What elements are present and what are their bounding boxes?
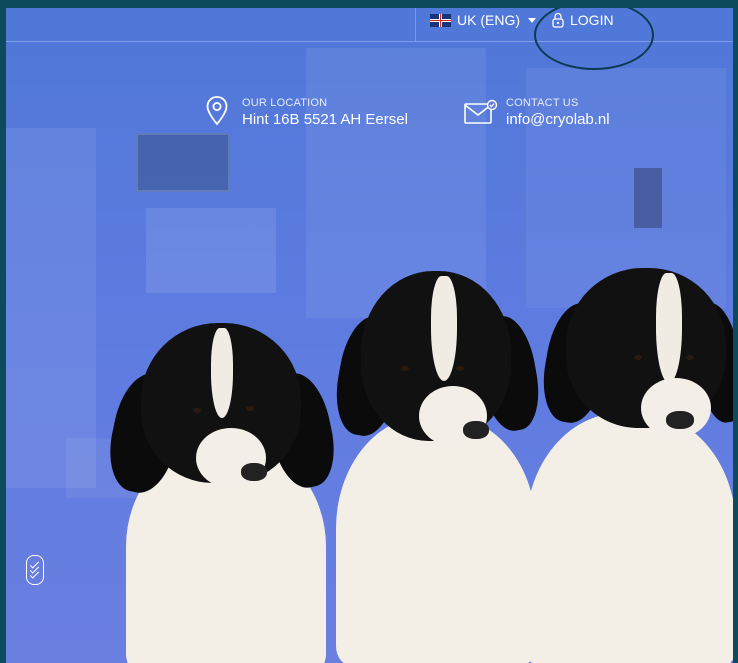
contact-email[interactable]: info@cryolab.nl	[506, 111, 610, 128]
divider	[415, 8, 416, 41]
location-info: OUR LOCATION Hint 16B 5521 AH Eersel	[242, 97, 408, 128]
puppy-image-right	[526, 263, 733, 663]
contact-label: CONTACT US	[506, 97, 579, 109]
mail-icon	[464, 99, 498, 130]
location-address: Hint 16B 5521 AH Eersel	[242, 111, 408, 128]
language-label: UK (ENG)	[457, 12, 520, 28]
map-pin-icon	[206, 96, 228, 131]
language-selector[interactable]: UK (ENG)	[430, 12, 536, 28]
puppy-image-middle	[329, 266, 546, 663]
chevron-down-icon	[528, 17, 536, 23]
uk-flag-icon	[430, 13, 451, 27]
hero-section: UK (ENG) LOGIN OUR LOCATION Hint 16B 552…	[6, 8, 733, 663]
puppy-image-left	[101, 313, 343, 663]
scroll-down-icon[interactable]	[26, 555, 44, 585]
location-label: OUR LOCATION	[242, 97, 328, 109]
contact-info: CONTACT US info@cryolab.nl	[506, 97, 610, 128]
